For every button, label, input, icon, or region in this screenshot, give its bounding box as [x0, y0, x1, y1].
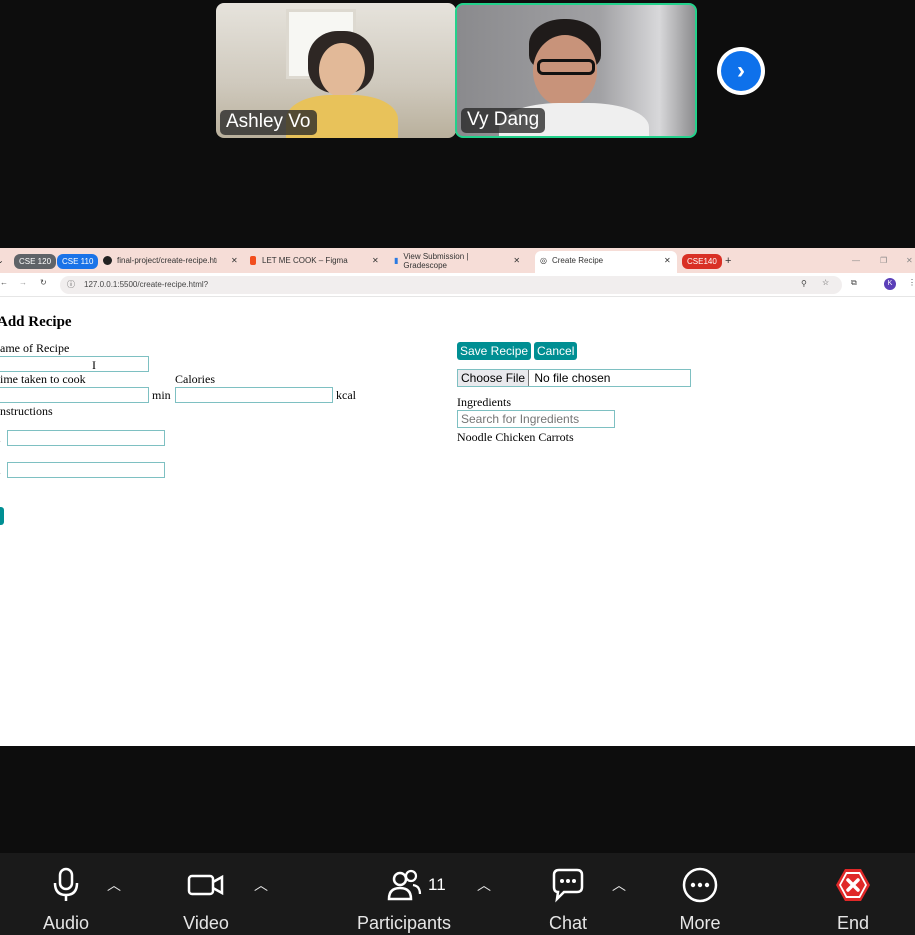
- tab-figma[interactable]: LET ME COOK – Figma ✕: [250, 253, 379, 268]
- tab-label: Create Recipe: [551, 256, 604, 265]
- instruction-step-input[interactable]: [7, 462, 165, 478]
- recipe-name-input[interactable]: [0, 356, 149, 372]
- tab-create-recipe-content[interactable]: ◎ Create Recipe ✕: [540, 253, 671, 268]
- participant-name: Ashley Vo: [220, 110, 317, 135]
- close-icon[interactable]: ✕: [231, 256, 238, 265]
- participants-icon: [387, 869, 422, 901]
- tab-label: LET ME COOK – Figma: [262, 256, 348, 265]
- tab-label: final-project/create-recipe.html: [117, 256, 217, 265]
- calories-input[interactable]: [175, 387, 333, 403]
- tab-github[interactable]: final-project/create-recipe.html ✕: [103, 253, 238, 268]
- add-step-button[interactable]: [0, 507, 4, 525]
- minimize-icon[interactable]: —: [852, 253, 860, 268]
- video-label: Video: [183, 913, 229, 933]
- tab-group-cse140[interactable]: CSE140: [682, 254, 722, 269]
- participants-count: 11: [428, 875, 446, 894]
- video-button[interactable]: Video: [183, 867, 229, 933]
- calories-label: Calories: [175, 372, 215, 386]
- close-icon[interactable]: ✕: [372, 256, 379, 265]
- page-title: Add Recipe: [0, 314, 72, 330]
- video-options-icon[interactable]: ︿: [254, 875, 268, 895]
- video-tile-vy[interactable]: Vy Dang: [455, 3, 697, 138]
- window-close-icon[interactable]: ✕: [906, 253, 913, 268]
- restore-icon[interactable]: ❐: [880, 253, 887, 268]
- audio-options-icon[interactable]: ︿: [107, 875, 121, 895]
- tab-label: View Submission | Gradescope: [403, 251, 469, 270]
- video-tile-ashley[interactable]: Ashley Vo: [216, 3, 456, 138]
- url-field[interactable]: ⓘ 127.0.0.1:5500/create-recipe.html? ⚲ ☆: [60, 276, 842, 294]
- microphone-icon: [53, 867, 79, 901]
- calories-unit: kcal: [336, 388, 356, 402]
- instruction-step-input[interactable]: [7, 430, 165, 446]
- participants-options-icon[interactable]: ︿: [477, 875, 491, 895]
- shared-screen: ⌄ CSE 120 CSE 110 final-project/create-r…: [0, 248, 915, 746]
- site-info-icon[interactable]: ⓘ: [67, 279, 75, 290]
- end-meeting-button[interactable]: End: [835, 867, 871, 933]
- more-button[interactable]: More: [679, 867, 721, 933]
- chat-button[interactable]: Chat: [549, 867, 587, 933]
- participant-face: [319, 43, 365, 97]
- close-icon[interactable]: ✕: [664, 256, 671, 265]
- audio-button[interactable]: Audio: [43, 867, 89, 933]
- tab-search-icon[interactable]: ⌄: [0, 253, 4, 268]
- browser-tabstrip: ⌄ CSE 120 CSE 110 final-project/create-r…: [0, 248, 915, 273]
- chevron-right-icon: ›: [721, 51, 761, 91]
- cancel-button[interactable]: Cancel: [534, 342, 578, 360]
- participant-name: Vy Dang: [461, 108, 546, 133]
- participant-glasses: [537, 59, 595, 75]
- ingredients-list: Noodle Chicken Carrots: [457, 430, 574, 444]
- end-label: End: [836, 913, 870, 933]
- url-text: 127.0.0.1:5500/create-recipe.html?: [84, 280, 209, 289]
- menu-icon[interactable]: ⋮: [908, 278, 915, 287]
- figma-icon: [250, 256, 256, 265]
- zoom-icon[interactable]: ⚲: [801, 279, 807, 288]
- forward-icon[interactable]: →: [19, 278, 27, 287]
- chat-options-icon[interactable]: ︿: [612, 875, 626, 895]
- github-icon: [103, 256, 112, 265]
- end-icon: [836, 869, 870, 901]
- recipe-page: Add Recipe ame of Recipe I ime taken to …: [0, 298, 915, 746]
- participants-label: Participants: [356, 913, 452, 933]
- chart-icon: ▮: [394, 256, 399, 265]
- save-recipe-button[interactable]: Save Recipe: [457, 342, 532, 360]
- chat-label: Chat: [548, 913, 588, 933]
- instruction-bullet: .: [0, 463, 1, 478]
- file-status: No file chosen: [534, 371, 611, 385]
- close-icon[interactable]: ✕: [513, 256, 520, 265]
- reload-icon[interactable]: ↻: [40, 278, 47, 287]
- ingredients-label: Ingredients: [457, 395, 511, 409]
- globe-icon: ◎: [540, 256, 547, 265]
- profile-avatar[interactable]: K: [884, 278, 896, 290]
- new-tab-button[interactable]: +: [725, 253, 731, 268]
- time-input[interactable]: [0, 387, 149, 403]
- extensions-icon[interactable]: ⧉: [851, 278, 857, 288]
- ingredient-search-input[interactable]: [457, 410, 615, 428]
- choose-file-button[interactable]: Choose File: [458, 370, 530, 386]
- participants-button[interactable]: Participants: [357, 867, 451, 933]
- meeting-window: Ashley Vo Vy Dang › ⌄ CSE 120 CSE 110 fi…: [0, 0, 915, 935]
- bookmark-star-icon[interactable]: ☆: [822, 278, 829, 287]
- tab-gradescope[interactable]: ▮ View Submission | Gradescope ✕: [394, 251, 520, 270]
- address-bar: ← → ↻ ⓘ 127.0.0.1:5500/create-recipe.htm…: [0, 273, 915, 297]
- tab-group-cse120[interactable]: CSE 120: [14, 254, 57, 269]
- more-icon: [682, 867, 718, 903]
- recipe-name-label: ame of Recipe: [0, 341, 70, 355]
- chat-icon: [552, 868, 584, 903]
- meeting-toolbar: Audio ︿ Video ︿ Participants 11 ︿ Chat ︿…: [0, 853, 915, 935]
- back-icon[interactable]: ←: [0, 278, 8, 287]
- instruction-bullet: .: [0, 431, 1, 446]
- instructions-label: nstructions: [0, 404, 53, 418]
- time-unit: min: [152, 388, 171, 402]
- time-label: ime taken to cook: [0, 372, 86, 386]
- more-label: More: [679, 913, 721, 933]
- audio-label: Audio: [42, 913, 90, 933]
- video-camera-icon: [187, 874, 224, 896]
- tab-group-cse110[interactable]: CSE 110: [57, 254, 99, 269]
- image-file-input[interactable]: Choose File No file chosen: [457, 369, 691, 387]
- next-page-button[interactable]: ›: [717, 47, 765, 95]
- text-cursor-icon: I: [92, 358, 96, 372]
